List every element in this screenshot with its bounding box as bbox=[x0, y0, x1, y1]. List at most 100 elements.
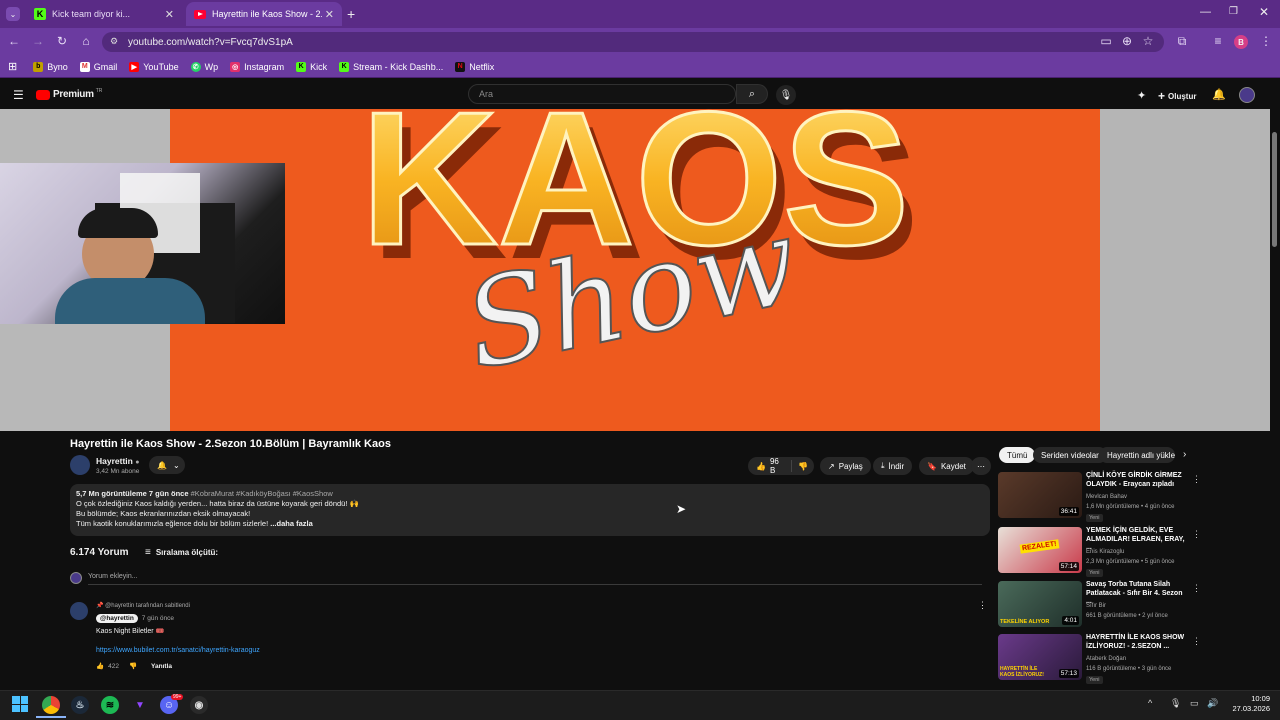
tab-title: Kick team diyor ki... bbox=[52, 9, 131, 19]
show-more-link[interactable]: ...daha fazla bbox=[270, 519, 313, 528]
related-menu-icon[interactable]: ⋮ bbox=[1192, 583, 1201, 594]
forward-icon[interactable]: → bbox=[30, 34, 46, 48]
thumbnail-overlay-text: HAYRETTİN İLE KAOS İZLİYORUZ! bbox=[1000, 666, 1044, 678]
home-icon[interactable]: ⌂ bbox=[78, 34, 94, 48]
bookmark-youtube[interactable]: ▶ YouTube bbox=[129, 61, 179, 72]
comment-menu-icon[interactable]: ⋮ bbox=[978, 600, 987, 611]
zoom-icon[interactable]: ⊕ bbox=[1119, 34, 1135, 48]
tab-kick[interactable]: K Kick team diyor ki... ✕ bbox=[26, 2, 182, 26]
chrome-icon[interactable] bbox=[42, 696, 60, 714]
comment-link[interactable]: https://www.bubilet.com.tr/sanatci/hayre… bbox=[96, 647, 260, 654]
youtube-logo[interactable]: Premium TR bbox=[36, 88, 102, 100]
description-box[interactable]: 5,7 Mn görüntüleme 7 gün önce #KobraMura… bbox=[70, 484, 990, 536]
bookmark-wp[interactable]: ✆ Wp bbox=[190, 61, 218, 72]
system-clock[interactable]: 10:09 27.03.2026 bbox=[1226, 694, 1270, 714]
more-actions-button[interactable]: ⋯ bbox=[971, 457, 991, 475]
comment-author[interactable]: @hayrettin bbox=[96, 614, 138, 623]
site-info-icon[interactable]: ⚙ bbox=[110, 36, 118, 47]
share-button[interactable]: ↗ Paylaş bbox=[820, 457, 871, 475]
comment-dislike-button[interactable]: 👎 bbox=[129, 662, 137, 670]
bookmark-kick[interactable]: K Kick bbox=[296, 61, 327, 72]
comment-time[interactable]: 7 gün önce bbox=[142, 615, 174, 622]
close-icon[interactable]: ✕ bbox=[325, 8, 334, 21]
bookmark-kick-dashboard[interactable]: K Stream - Kick Dashb... bbox=[339, 61, 443, 72]
dislike-button[interactable]: 👎 bbox=[792, 462, 814, 471]
related-menu-icon[interactable]: ⋮ bbox=[1192, 529, 1201, 540]
new-tab-button[interactable]: + bbox=[347, 6, 355, 22]
chip-all[interactable]: Tümü bbox=[999, 447, 1036, 463]
related-video[interactable]: HAYRETTİN İLE KAOS İZLİYORUZ! 57:13 HAYR… bbox=[998, 634, 1201, 684]
bookmark-gmail[interactable]: M Gmail bbox=[79, 61, 117, 72]
extension-icon[interactable]: ✦ bbox=[1137, 89, 1146, 102]
bookmark-byno[interactable]: b Byno bbox=[33, 61, 68, 72]
account-avatar[interactable] bbox=[1239, 87, 1255, 103]
download-button[interactable]: ⤓ İndir bbox=[873, 457, 913, 475]
related-video[interactable]: REZALET! 57:14 YEMEK İÇİN GELDİK, EVE AL… bbox=[998, 527, 1201, 577]
subscribed-bell-button[interactable]: 🔔 ⌄ bbox=[149, 456, 185, 474]
mic-icon[interactable]: 🎙 bbox=[776, 85, 796, 105]
channel-avatar[interactable] bbox=[70, 455, 90, 475]
related-video[interactable]: 36:41 ÇİNLİ KÖYE GİRDİK GİRMEZ OLAYDIK -… bbox=[998, 472, 1201, 522]
tab-search-icon[interactable]: ⌄ bbox=[6, 7, 20, 21]
bookmark-instagram[interactable]: ◎ Instagram bbox=[230, 61, 284, 72]
youtube-icon bbox=[36, 89, 50, 100]
comment-like-button[interactable]: 👍 bbox=[96, 662, 104, 670]
kick-icon: K bbox=[34, 8, 46, 20]
apps-icon[interactable]: ⊞ bbox=[8, 60, 17, 73]
chip-series[interactable]: Seriden videolar bbox=[1033, 447, 1107, 463]
spotify-icon[interactable]: ≋ bbox=[101, 696, 119, 714]
microphone-tray-icon[interactable]: 🎙 bbox=[1170, 698, 1181, 709]
related-menu-icon[interactable]: ⋮ bbox=[1192, 474, 1201, 485]
media-icon[interactable]: ≡ bbox=[1210, 34, 1226, 48]
tab-youtube[interactable]: Hayrettin ile Kaos Show - 2.Sez ✕ bbox=[186, 2, 342, 26]
youtube-icon: ▶ bbox=[129, 61, 140, 72]
search-button[interactable]: ⌕ bbox=[736, 84, 768, 104]
address-bar[interactable]: youtube.com/watch?v=Fvcq7dvS1pA bbox=[102, 32, 1164, 52]
bookmark-netflix[interactable]: N Netflix bbox=[455, 61, 494, 72]
steam-icon[interactable]: ♨ bbox=[71, 696, 89, 714]
webcam-overlay bbox=[0, 163, 285, 324]
subscriber-count: 3,42 Mn abone bbox=[96, 468, 140, 475]
windows-start-icon[interactable] bbox=[12, 696, 28, 712]
channel-name[interactable]: Hayrettin ● bbox=[96, 456, 139, 466]
window-close-button[interactable]: ✕ bbox=[1259, 5, 1269, 19]
minimize-button[interactable]: — bbox=[1200, 6, 1211, 18]
volume-icon[interactable]: 🔊 bbox=[1207, 698, 1218, 709]
new-badge: Yeni bbox=[1086, 569, 1103, 577]
chip-uploader[interactable]: Hayrettin adlı yükleyi bbox=[1099, 447, 1175, 463]
streamer-shirt bbox=[55, 278, 205, 324]
profile-avatar[interactable]: B bbox=[1234, 35, 1248, 49]
close-icon[interactable]: ✕ bbox=[165, 8, 174, 21]
search-input[interactable]: Ara bbox=[468, 84, 736, 104]
add-comment-input[interactable]: Yorum ekleyin... bbox=[88, 573, 982, 585]
like-button[interactable]: 👍 96 B bbox=[748, 457, 793, 475]
display-tray-icon[interactable]: ▭ bbox=[1190, 698, 1199, 709]
hashtags[interactable]: #KobraMurat #KadıköyBoğası #KaosShow bbox=[191, 489, 333, 498]
restore-button[interactable]: ❐ bbox=[1229, 6, 1238, 17]
cast-icon[interactable]: ▭ bbox=[1098, 34, 1114, 48]
chevron-right-icon[interactable]: › bbox=[1183, 449, 1186, 460]
sort-button[interactable]: ≡ Sıralama ölçütü: bbox=[145, 547, 218, 558]
view-meta: 5,7 Mn görüntüleme 7 gün önce bbox=[76, 489, 189, 498]
comment-actions: 👍 422 👎 Yanıtla bbox=[96, 662, 173, 671]
plus-icon: + bbox=[1158, 89, 1166, 103]
menu-icon[interactable]: ⋮ bbox=[1258, 34, 1274, 48]
new-badge: Yeni bbox=[1086, 514, 1103, 522]
bookmark-star-icon[interactable]: ☆ bbox=[1140, 34, 1156, 48]
reply-button[interactable]: Yanıtla bbox=[151, 663, 172, 670]
page-scrollbar[interactable] bbox=[1272, 132, 1277, 247]
extensions-icon[interactable]: ⧉ bbox=[1174, 34, 1190, 49]
related-video[interactable]: TEKELİNE ALIYOR 4:01 Savaş Torba Tutana … bbox=[998, 581, 1201, 629]
create-button[interactable]: + Oluştur bbox=[1158, 89, 1196, 103]
commenter-avatar[interactable] bbox=[70, 602, 88, 620]
reload-icon[interactable]: ↻ bbox=[54, 34, 70, 48]
notifications-bell-icon[interactable]: 🔔 bbox=[1212, 88, 1226, 101]
tray-chevron-up-icon[interactable]: ^ bbox=[1148, 698, 1152, 708]
obs-icon[interactable]: ◉ bbox=[190, 696, 208, 714]
back-icon[interactable]: ← bbox=[6, 34, 22, 48]
related-channel: Ataberk Doğan bbox=[1086, 656, 1127, 662]
app-icon[interactable]: ▼ bbox=[131, 696, 149, 714]
hamburger-menu-icon[interactable]: ☰ bbox=[13, 88, 24, 102]
related-menu-icon[interactable]: ⋮ bbox=[1192, 636, 1201, 647]
save-button[interactable]: 🔖 Kaydet bbox=[919, 457, 974, 475]
